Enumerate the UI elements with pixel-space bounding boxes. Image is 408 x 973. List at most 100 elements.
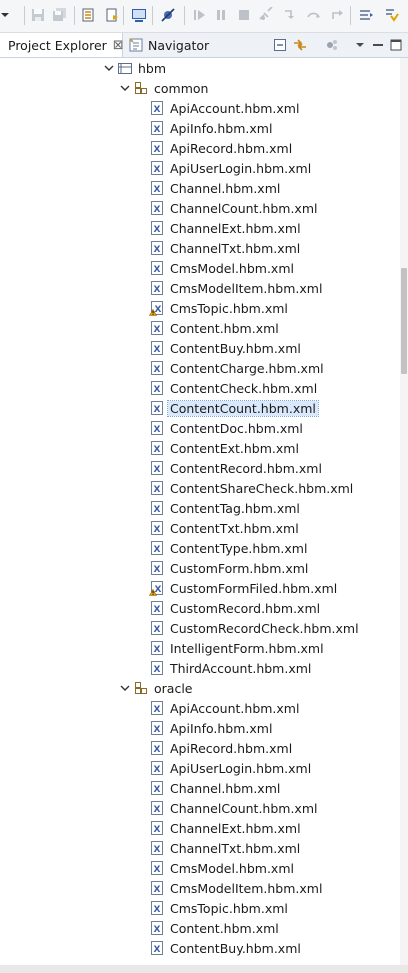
tree-file-item[interactable]: X Channel.hbm.xml bbox=[149, 778, 280, 798]
tree-file-item[interactable]: X ApiAccount.hbm.xml bbox=[149, 698, 299, 718]
tree-file-item[interactable]: X ContentCheck.hbm.xml bbox=[149, 378, 317, 398]
tree-file-item[interactable]: X CustomForm.hbm.xml bbox=[149, 558, 308, 578]
tree-file-item-label: ChannelExt.hbm.xml bbox=[170, 820, 301, 836]
svg-text:X: X bbox=[154, 605, 161, 615]
tree-file-item[interactable]: X ApiAccount.hbm.xml bbox=[149, 98, 299, 118]
step-over-icon[interactable] bbox=[306, 7, 322, 23]
xml-file-icon: X bbox=[149, 720, 165, 736]
tree-file-item-label: Channel.hbm.xml bbox=[170, 780, 281, 796]
toolbar-separator bbox=[123, 6, 124, 25]
tab-project-explorer-label: Project Explorer bbox=[8, 37, 107, 53]
xml-file-icon: X bbox=[149, 140, 165, 156]
tree-file-item[interactable]: X ApiRecord.hbm.xml bbox=[149, 138, 292, 158]
xml-file-icon: X bbox=[149, 640, 165, 656]
skip-breakpoints-icon[interactable] bbox=[160, 7, 176, 23]
svg-text:X: X bbox=[154, 645, 161, 655]
tree-file-item[interactable]: X Content.hbm.xml bbox=[149, 318, 279, 338]
maximize-icon[interactable] bbox=[388, 37, 404, 53]
tree-file-item-label: CmsModelItem.hbm.xml bbox=[170, 880, 323, 896]
tree-file-item[interactable]: X ContentType.hbm.xml bbox=[149, 538, 307, 558]
tree-file-item[interactable]: X ApiUserLogin.hbm.xml bbox=[149, 158, 311, 178]
collapse-all-icon[interactable] bbox=[272, 37, 288, 53]
tree-file-item[interactable]: X CmsModelItem.hbm.xml bbox=[149, 278, 322, 298]
suspend-icon[interactable] bbox=[213, 7, 229, 23]
disconnect-icon[interactable] bbox=[258, 7, 274, 23]
filter-icon[interactable] bbox=[324, 37, 340, 53]
terminate-icon[interactable] bbox=[236, 7, 252, 23]
tree-file-item-label: ApiInfo.hbm.xml bbox=[170, 720, 273, 736]
tree-file-item[interactable]: X ApiRecord.hbm.xml bbox=[149, 738, 292, 758]
tree-file-item-label: ContentCharge.hbm.xml bbox=[170, 360, 324, 376]
tab-navigator[interactable]: Navigator bbox=[128, 33, 209, 57]
tree-file-item[interactable]: X CmsModelItem.hbm.xml bbox=[149, 878, 322, 898]
tree-package-oracle[interactable]: oracle bbox=[133, 678, 192, 698]
tree-file-item[interactable]: X ContentRecord.hbm.xml bbox=[149, 458, 322, 478]
tree-file-item[interactable]: X ContentBuy.hbm.xml bbox=[149, 938, 301, 958]
tree-file-item[interactable]: X CustomFormFiled.hbm.xml bbox=[149, 578, 337, 598]
tree-file-item[interactable]: X CmsTopic.hbm.xml bbox=[149, 898, 288, 918]
xml-file-warning-icon: X bbox=[149, 300, 165, 316]
new-dropdown-icon[interactable] bbox=[0, 7, 14, 23]
tree-file-item[interactable]: X ContentShareCheck.hbm.xml bbox=[149, 478, 353, 498]
next-annotation-icon[interactable] bbox=[383, 7, 399, 23]
tree-file-item[interactable]: X ContentCount.hbm.xml bbox=[149, 398, 319, 418]
tree-file-item-label: ApiAccount.hbm.xml bbox=[170, 100, 300, 116]
link-with-editor-icon[interactable] bbox=[292, 37, 308, 53]
tree-file-item[interactable]: X ContentExt.hbm.xml bbox=[149, 438, 299, 458]
tree-file-item-label: CustomFormFiled.hbm.xml bbox=[170, 580, 338, 596]
tree-file-item[interactable]: X ChannelExt.hbm.xml bbox=[149, 218, 301, 238]
save-icon[interactable] bbox=[30, 7, 46, 23]
xml-file-icon: X bbox=[149, 620, 165, 636]
tab-project-explorer[interactable]: Project Explorer ⊠ bbox=[0, 33, 124, 57]
tree-package-common[interactable]: common bbox=[133, 78, 208, 98]
xml-file-icon: X bbox=[149, 180, 165, 196]
view-menu-icon[interactable] bbox=[352, 37, 368, 53]
tree-file-item-label: CmsTopic.hbm.xml bbox=[170, 300, 288, 316]
expand-toggle-icon[interactable] bbox=[119, 682, 131, 694]
xml-file-icon: X bbox=[149, 380, 165, 396]
step-into-icon[interactable] bbox=[282, 7, 298, 23]
console-icon[interactable] bbox=[131, 7, 147, 23]
tree-file-item[interactable]: X ContentCharge.hbm.xml bbox=[149, 358, 324, 378]
step-return-icon[interactable] bbox=[329, 7, 345, 23]
tree-file-item[interactable]: X ApiInfo.hbm.xml bbox=[149, 718, 272, 738]
tree-file-item[interactable]: X ContentTag.hbm.xml bbox=[149, 498, 300, 518]
tree-file-item-label: ContentCheck.hbm.xml bbox=[170, 380, 318, 396]
tree-file-item[interactable]: X ChannelTxt.hbm.xml bbox=[149, 238, 300, 258]
tree-file-item[interactable]: X ChannelExt.hbm.xml bbox=[149, 818, 301, 838]
svg-text:X: X bbox=[154, 725, 161, 735]
project-tree[interactable]: hbm common X ApiAccount.hbm.xml X ApiInfo.hbm… bbox=[0, 58, 400, 965]
tree-file-item[interactable]: X CmsModel.hbm.xml bbox=[149, 858, 294, 878]
tree-file-item[interactable]: X ApiUserLogin.hbm.xml bbox=[149, 758, 311, 778]
toggle-mark-icon[interactable] bbox=[358, 7, 374, 23]
resume-icon[interactable] bbox=[191, 7, 207, 23]
tree-file-item[interactable]: X ChannelCount.hbm.xml bbox=[149, 798, 317, 818]
open-type-icon[interactable] bbox=[80, 7, 96, 23]
tree-file-item[interactable]: X ChannelTxt.hbm.xml bbox=[149, 838, 300, 858]
tree-file-item[interactable]: X CustomRecord.hbm.xml bbox=[149, 598, 320, 618]
tree-file-item[interactable]: X ContentTxt.hbm.xml bbox=[149, 518, 299, 538]
minimize-icon[interactable] bbox=[370, 37, 386, 53]
tree-file-item[interactable]: X ChannelCount.hbm.xml bbox=[149, 198, 317, 218]
close-tab-icon[interactable]: ⊠ bbox=[113, 38, 124, 53]
tree-file-item[interactable]: X IntelligentForm.hbm.xml bbox=[149, 638, 324, 658]
tree-file-item[interactable]: X Content.hbm.xml bbox=[149, 918, 279, 938]
tree-file-item[interactable]: X Channel.hbm.xml bbox=[149, 178, 280, 198]
tree-file-item[interactable]: X ApiInfo.hbm.xml bbox=[149, 118, 272, 138]
tree-file-item[interactable]: X ContentBuy.hbm.xml bbox=[149, 338, 301, 358]
tree-file-item[interactable]: X CustomRecordCheck.hbm.xml bbox=[149, 618, 359, 638]
save-all-icon[interactable] bbox=[52, 7, 68, 23]
vertical-scrollbar[interactable] bbox=[400, 58, 408, 965]
tree-folder-hbm[interactable]: hbm bbox=[117, 58, 166, 78]
scrollbar-thumb[interactable] bbox=[401, 268, 407, 374]
tree-file-item-label: CustomRecord.hbm.xml bbox=[170, 600, 321, 616]
open-resource-icon[interactable] bbox=[104, 7, 120, 23]
tree-file-item[interactable]: X ContentDoc.hbm.xml bbox=[149, 418, 303, 438]
tree-file-item[interactable]: X ThirdAccount.hbm.xml bbox=[149, 658, 311, 678]
tree-file-item[interactable]: X CmsTopic.hbm.xml bbox=[149, 298, 288, 318]
expand-toggle-icon[interactable] bbox=[103, 62, 115, 74]
tree-file-item[interactable]: X CmsModel.hbm.xml bbox=[149, 258, 294, 278]
horizontal-scrollbar[interactable] bbox=[0, 965, 408, 973]
expand-toggle-icon[interactable] bbox=[119, 82, 131, 94]
svg-text:X: X bbox=[154, 885, 161, 895]
